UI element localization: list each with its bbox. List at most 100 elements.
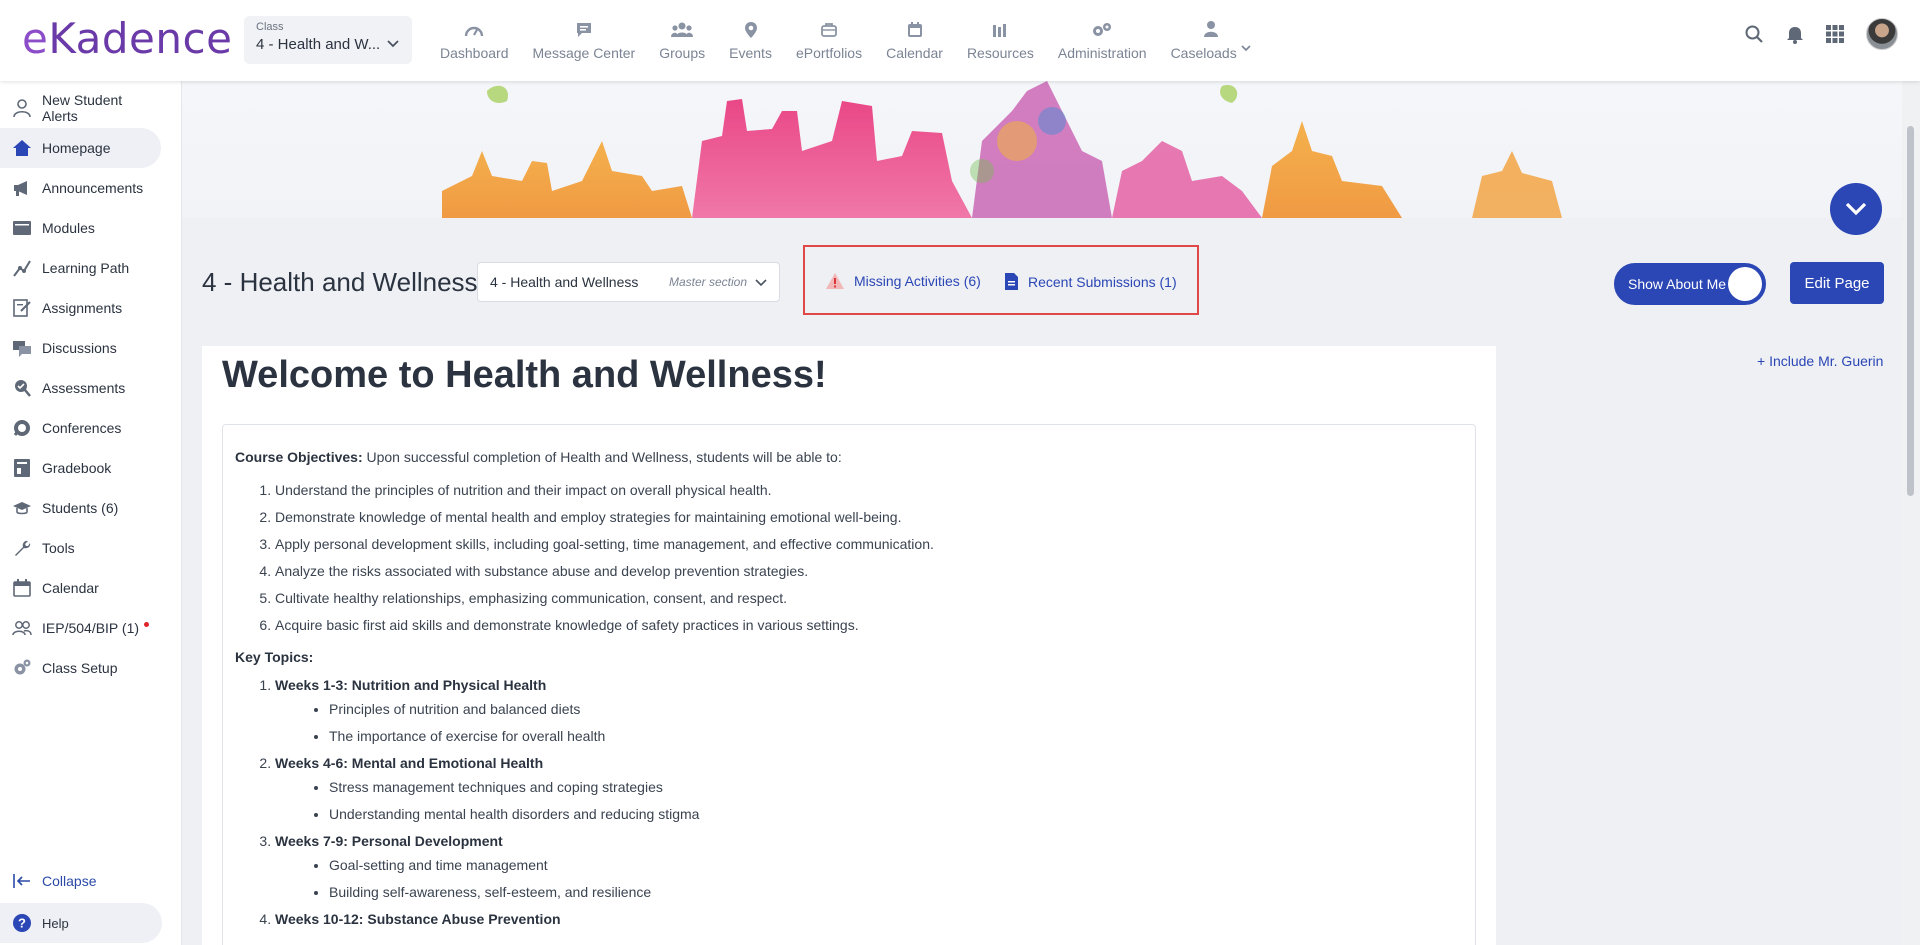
chevron-down-icon [1845, 202, 1867, 216]
search-icon[interactable] [1744, 24, 1764, 44]
person-outline-icon [13, 99, 31, 118]
chevron-down-icon [387, 40, 399, 48]
learning-path-icon [13, 260, 31, 277]
sidebar-item-modules[interactable]: Modules [0, 208, 161, 248]
objectives-intro: Upon successful completion of Health and… [362, 449, 842, 465]
list-item: Weeks 10-12: Substance Abuse Prevention [275, 909, 1463, 930]
main-content: 4 - Health and Wellness 4 - Health and W… [182, 81, 1902, 945]
collapse-icon [13, 874, 30, 888]
help-button[interactable]: ? Help [0, 903, 162, 943]
sidebar-item-learning-path[interactable]: Learning Path [0, 248, 161, 288]
nav-calendar[interactable]: Calendar [874, 0, 955, 81]
recent-submissions-label: Recent Submissions (1) [1028, 273, 1177, 290]
list-item: Understanding mental health disorders an… [329, 801, 1463, 828]
discussions-icon [13, 341, 31, 357]
sidebar-item-discussions[interactable]: Discussions [0, 328, 161, 368]
nav-events[interactable]: Events [717, 0, 784, 81]
sidebar-bottom: Collapse ? Help [0, 861, 182, 945]
course-description: Course Objectives: Upon successful compl… [222, 424, 1476, 945]
calendar-icon [13, 579, 31, 597]
main-nav: Dashboard Message Center Groups Events e… [428, 0, 1263, 81]
sidebar-item-label: Class Setup [42, 660, 118, 676]
edit-page-button[interactable]: Edit Page [1790, 262, 1884, 304]
sidebar-item-new-student-alerts[interactable]: New Student Alerts [0, 88, 161, 128]
sidebar-item-label: Gradebook [42, 460, 112, 476]
nav-eportfolios-label: ePortfolios [795, 44, 863, 61]
scroll-down-button[interactable] [1830, 183, 1882, 235]
nav-resources[interactable]: Resources [955, 0, 1046, 81]
sidebar-item-iep[interactable]: IEP/504/BIP (1) [0, 608, 161, 648]
nav-caseloads[interactable]: Caseloads [1159, 0, 1263, 81]
help-icon: ? [13, 914, 31, 932]
sidebar-item-class-setup[interactable]: Class Setup [0, 648, 161, 688]
gears-icon [14, 659, 31, 675]
nav-message-center[interactable]: Message Center [521, 0, 648, 81]
section-selector[interactable]: 4 - Health and Wellness Master section [477, 262, 780, 302]
person-icon [1203, 21, 1218, 37]
top-bar: eKadence Class 4 - Health and W... Dashb… [0, 0, 1920, 81]
sidebar-item-label: Assignments [42, 300, 123, 316]
nav-eportfolios[interactable]: ePortfolios [784, 0, 874, 81]
recent-submissions-link[interactable]: Recent Submissions (1) [1004, 272, 1177, 291]
list-item: Weeks 7-9: Personal Development Goal-set… [275, 831, 1463, 906]
sidebar-item-students[interactable]: Students (6) [0, 488, 161, 528]
collapse-button[interactable]: Collapse [0, 861, 162, 901]
chevron-down-icon [755, 279, 767, 287]
sidebar-item-label: Students (6) [42, 500, 119, 516]
bell-icon[interactable] [1786, 24, 1804, 44]
sidebar-item-calendar[interactable]: Calendar [0, 568, 161, 608]
sidebar-item-conferences[interactable]: Conferences [0, 408, 161, 448]
wrench-icon [15, 540, 31, 556]
missing-activities-link[interactable]: Missing Activities (6) [825, 272, 981, 290]
conferences-icon [13, 420, 30, 436]
scrollbar-thumb[interactable] [1907, 126, 1914, 496]
welcome-heading: Welcome to Health and Wellness! [222, 354, 827, 396]
page-scrollbar[interactable] [1902, 81, 1920, 945]
nav-message-center-label: Message Center [532, 44, 636, 61]
objectives-label: Course Objectives: [235, 449, 363, 465]
list-item: Principles of nutrition and balanced die… [329, 696, 1463, 723]
class-selector-value: 4 - Health and W... [256, 36, 381, 53]
warning-icon [826, 273, 844, 289]
apps-grid-icon[interactable] [1826, 25, 1844, 43]
show-about-me-toggle[interactable]: Show About Me [1614, 263, 1766, 305]
top-right-tools [1744, 18, 1898, 50]
user-avatar[interactable] [1866, 18, 1898, 50]
chevron-down-icon [1241, 45, 1251, 52]
location-pin-icon [744, 21, 757, 38]
sidebar-item-label: Learning Path [42, 260, 130, 276]
sidebar-item-label: Assessments [42, 380, 126, 396]
collapse-label: Collapse [42, 873, 97, 889]
sidebar-item-tools[interactable]: Tools [0, 528, 161, 568]
sidebar-item-label: Homepage [42, 140, 111, 156]
sidebar-item-label: Announcements [42, 180, 144, 196]
sidebar-item-homepage[interactable]: Homepage [0, 128, 161, 168]
section-selector-value: 4 - Health and Wellness [490, 274, 639, 290]
include-teacher-link[interactable]: + Include Mr. Guerin [1757, 353, 1883, 369]
banner-image [182, 81, 1902, 218]
assignment-icon [13, 299, 31, 317]
home-icon [13, 140, 31, 156]
sidebar-item-announcements[interactable]: Announcements [0, 168, 161, 208]
sidebar-item-label: Tools [42, 540, 75, 556]
sidebar-item-label: Conferences [42, 420, 122, 436]
list-item: Weeks 1-3: Nutrition and Physical Health… [275, 675, 1463, 750]
gears-icon [1093, 22, 1112, 36]
nav-administration[interactable]: Administration [1046, 0, 1159, 81]
sidebar-item-assignments[interactable]: Assignments [0, 288, 161, 328]
course-title: 4 - Health and Wellness [202, 267, 478, 297]
cityscape-illustration [442, 81, 1562, 218]
ekadence-logo[interactable]: eKadence [22, 14, 232, 63]
sidebar-item-gradebook[interactable]: Gradebook [0, 448, 161, 488]
sidebar-item-assessments[interactable]: Assessments [0, 368, 161, 408]
list-item: Stress management techniques and coping … [329, 774, 1463, 801]
nav-events-label: Events [729, 44, 772, 61]
nav-groups[interactable]: Groups [647, 0, 717, 81]
objectives-paragraph: Course Objectives: Upon successful compl… [235, 449, 1463, 465]
sidebar-item-label: IEP/504/BIP (1) [42, 620, 140, 636]
missing-activities-label: Missing Activities (6) [854, 273, 981, 289]
assessments-icon [15, 380, 31, 397]
class-selector[interactable]: Class 4 - Health and W... [244, 16, 412, 64]
nav-dashboard[interactable]: Dashboard [428, 0, 521, 81]
nav-resources-label: Resources [966, 44, 1034, 61]
